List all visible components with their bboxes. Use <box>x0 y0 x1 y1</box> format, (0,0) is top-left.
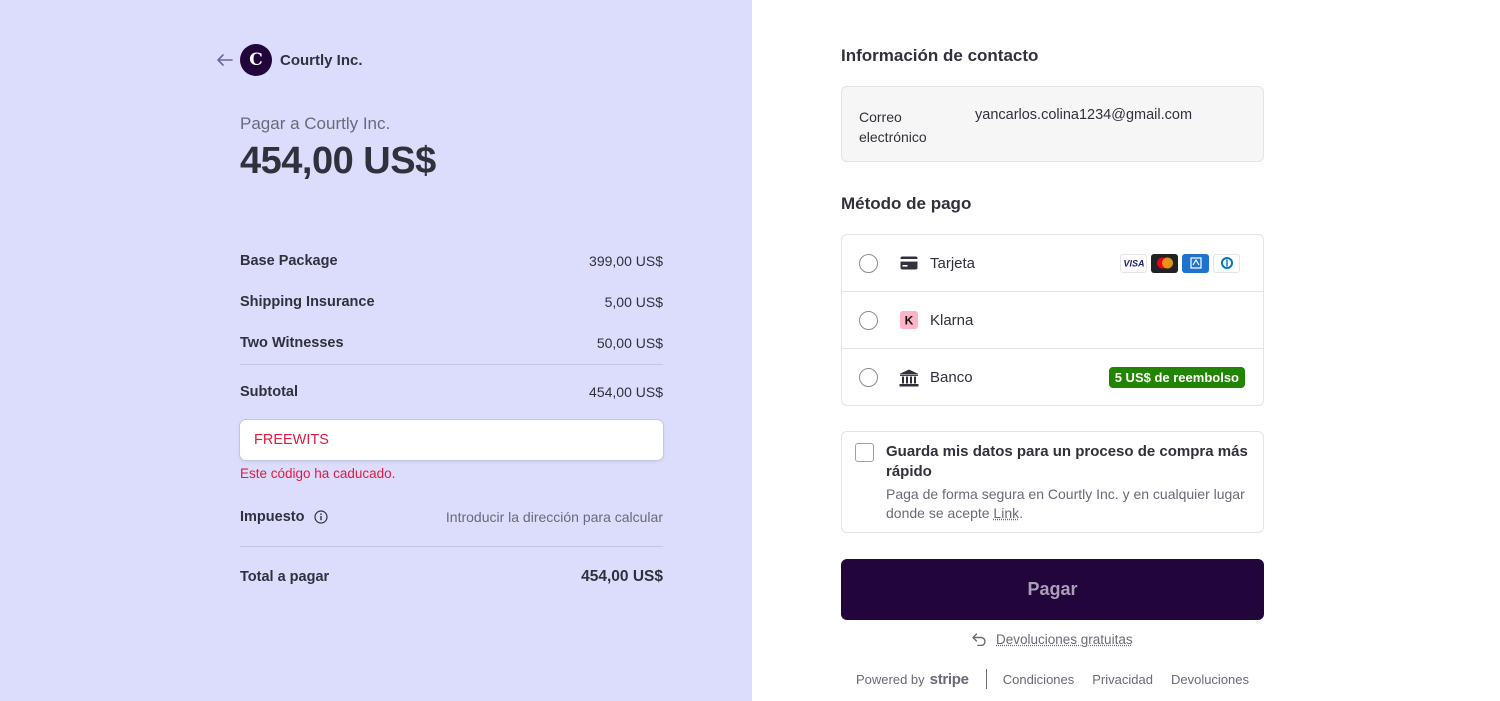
line-item-label: Shipping Insurance <box>240 293 375 310</box>
free-returns-label: Devoluciones gratuitas <box>996 632 1133 647</box>
link-link[interactable]: Link <box>993 505 1019 521</box>
amex-icon <box>1182 253 1209 273</box>
terms-link[interactable]: Condiciones <box>1003 672 1075 687</box>
return-arrow-icon <box>972 633 986 647</box>
line-items: Base Package 399,00 US$ Shipping Insuran… <box>240 240 663 365</box>
contact-info-box: Correo electrónico yancarlos.colina1234@… <box>841 86 1264 162</box>
line-item-label: Base Package <box>240 252 338 269</box>
email-label: Correo electrónico <box>859 109 927 145</box>
divider <box>240 546 663 547</box>
total-label: Total a pagar <box>240 569 330 585</box>
payment-method-bank[interactable]: Banco 5 US$ de reembolso <box>842 348 1263 406</box>
divider <box>240 364 663 365</box>
line-item: Base Package 399,00 US$ <box>240 240 663 281</box>
footer: Powered by stripe Condiciones Privacidad… <box>856 668 1267 690</box>
card-brands: VISA <box>1120 253 1240 273</box>
contact-section-title: Información de contacto <box>841 46 1039 65</box>
payment-method-label: Klarna <box>930 311 974 329</box>
total-value: 454,00 US$ <box>581 568 663 585</box>
pay-button[interactable]: Pagar <box>841 559 1264 620</box>
line-item-value: 399,00 US$ <box>589 252 663 269</box>
subtotal-value: 454,00 US$ <box>589 384 663 400</box>
total-amount: 454,00 US$ <box>240 140 436 182</box>
payment-method-title: Método de pago <box>841 194 972 213</box>
payment-method-klarna[interactable]: K Klarna <box>842 291 1263 348</box>
info-icon[interactable] <box>314 510 329 524</box>
order-summary-panel: C Courtly Inc. Pagar a Courtly Inc. 454,… <box>0 0 752 701</box>
save-info-description: Paga de forma segura en Courtly Inc. y e… <box>886 485 1258 523</box>
tax-value: Introducir la dirección para calcular <box>445 509 663 525</box>
payment-method-label: Tarjeta <box>930 254 976 272</box>
svg-text:VISA: VISA <box>1123 259 1144 269</box>
powered-by-stripe[interactable]: Powered by stripe <box>856 671 969 688</box>
payment-method-card[interactable]: Tarjeta VISA <box>842 235 1263 291</box>
merchant-header: C Courtly Inc. <box>216 44 363 76</box>
cashback-badge: 5 US$ de reembolso <box>1108 367 1245 388</box>
tax-label-group: Impuesto <box>240 509 329 525</box>
subtotal-label: Subtotal <box>240 384 298 400</box>
free-returns-link[interactable]: Devoluciones gratuitas <box>972 632 1133 647</box>
line-item: Shipping Insurance 5,00 US$ <box>240 281 663 322</box>
tax-row: Impuesto Introducir la dirección para ca… <box>240 505 663 529</box>
save-info-checkbox[interactable] <box>855 443 874 462</box>
payment-method-label: Banco <box>930 369 973 386</box>
line-item: Two Witnesses 50,00 US$ <box>240 322 663 363</box>
privacy-link[interactable]: Privacidad <box>1092 672 1153 687</box>
tax-label: Impuesto <box>240 509 305 525</box>
footer-separator <box>985 669 987 689</box>
save-info-suffix: . <box>1019 505 1023 521</box>
save-info-title: Guarda mis datos para un proceso de comp… <box>886 443 1248 480</box>
line-item-value: 5,00 US$ <box>604 293 663 310</box>
promo-error-message: Este código ha caducado. <box>240 466 396 481</box>
stripe-logo: stripe <box>929 670 969 688</box>
klarna-icon: K <box>899 310 919 330</box>
save-info-box: Guarda mis datos para un proceso de comp… <box>841 431 1264 533</box>
mastercard-icon <box>1151 253 1178 273</box>
total-row: Total a pagar 454,00 US$ <box>240 565 663 589</box>
promo-code-input[interactable]: FREEWITS <box>240 420 663 460</box>
visa-icon: VISA <box>1120 253 1147 273</box>
subtotal-row: Subtotal 454,00 US$ <box>240 380 663 404</box>
powered-by-label: Powered by <box>856 671 925 687</box>
back-arrow-icon[interactable] <box>216 51 234 69</box>
pay-to-label: Pagar a Courtly Inc. <box>240 114 391 133</box>
svg-text:K: K <box>905 314 914 328</box>
merchant-logo: C <box>240 44 272 76</box>
bank-icon <box>899 368 919 388</box>
radio-bank[interactable] <box>859 368 878 387</box>
save-info-text: Paga de forma segura en Courtly Inc. y e… <box>886 486 1245 521</box>
diners-club-icon <box>1213 253 1240 273</box>
merchant-name: Courtly Inc. <box>280 51 363 69</box>
radio-klarna[interactable] <box>859 310 878 330</box>
email-value: yancarlos.colina1234@gmail.com <box>975 107 1193 123</box>
line-item-label: Two Witnesses <box>240 334 344 351</box>
line-item-value: 50,00 US$ <box>596 334 663 351</box>
credit-card-icon <box>899 253 919 273</box>
payment-methods-list: Tarjeta VISA K Klarna Banco 5 US$ de ree… <box>841 234 1264 406</box>
refunds-link[interactable]: Devoluciones <box>1171 672 1249 687</box>
radio-card[interactable] <box>859 253 878 273</box>
